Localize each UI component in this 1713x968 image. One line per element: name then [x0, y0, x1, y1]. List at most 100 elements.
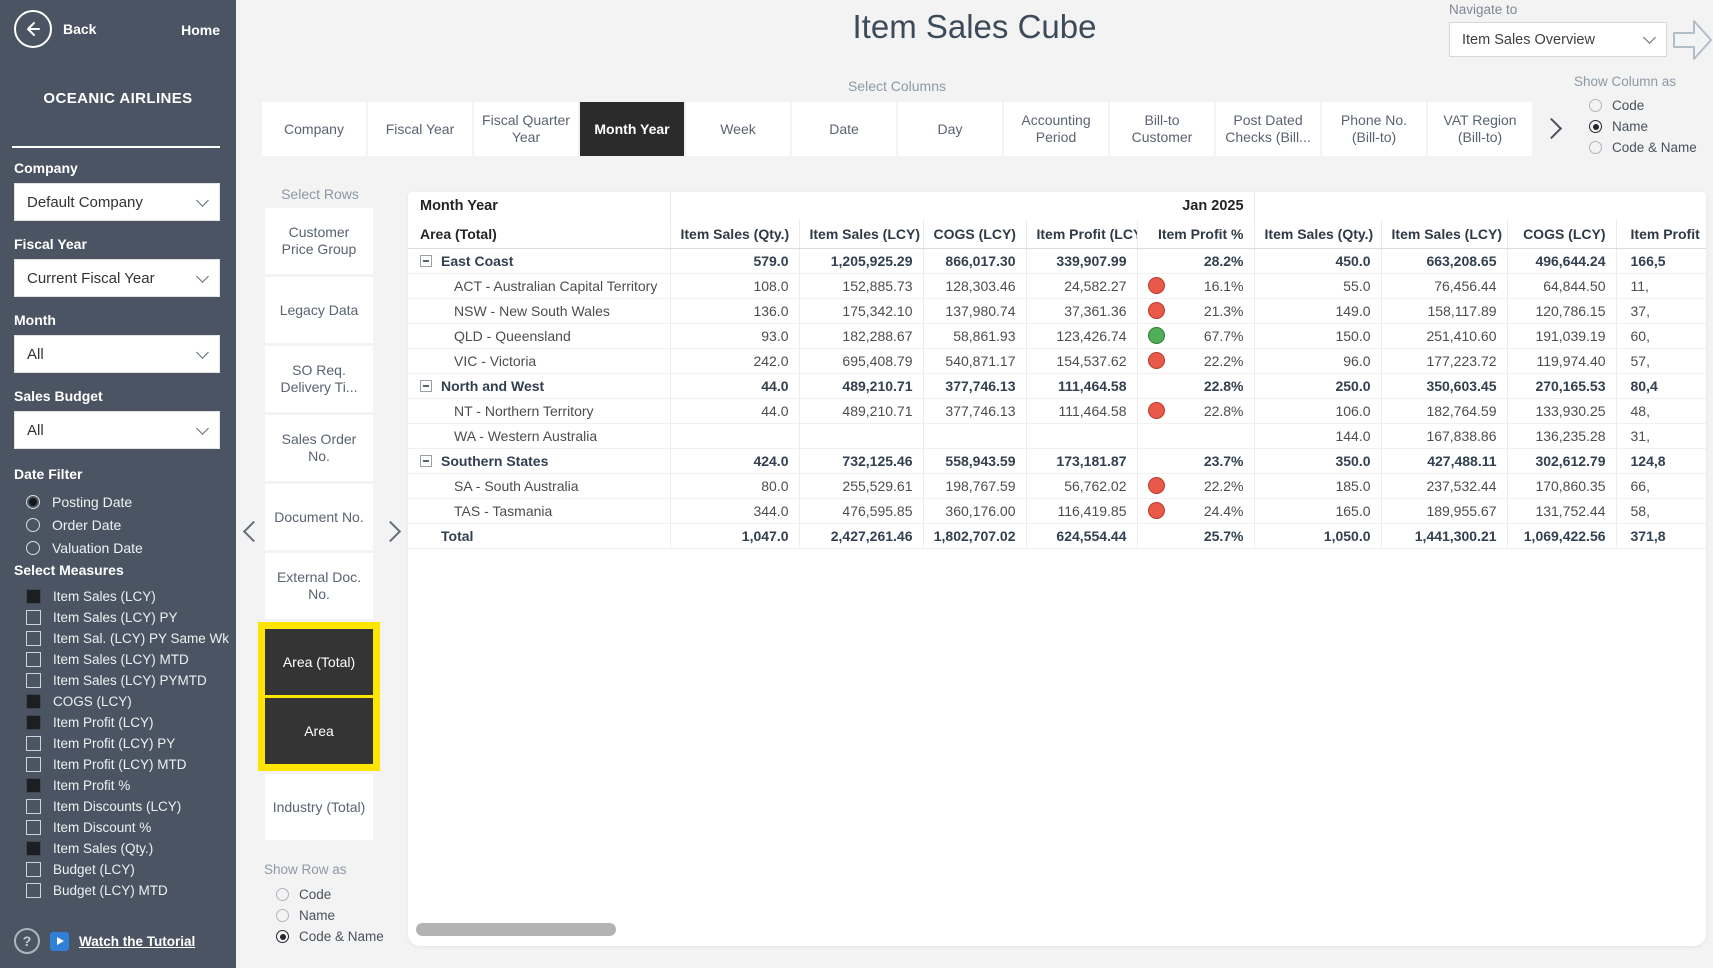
row-button-area-total[interactable]: Area (Total): [265, 629, 373, 695]
select-rows-label: Select Rows: [262, 186, 378, 202]
radio-order-date[interactable]: Order Date: [14, 513, 226, 536]
radio-icon: [1589, 141, 1602, 154]
column-header-item-sales-lcy-2: Item Sales (LCY): [1381, 220, 1507, 248]
sales-budget-filter: Sales Budget All: [14, 388, 220, 449]
column-tab-week[interactable]: Week: [686, 102, 790, 156]
measure-item-item-discounts-lcy[interactable]: Item Discounts (LCY): [14, 796, 236, 817]
measure-item-budget-lcy-mtd[interactable]: Budget (LCY) MTD: [14, 880, 236, 901]
row-button-sales-order-no[interactable]: Sales Order No.: [265, 415, 373, 481]
column-tab-fiscal-quarter-year[interactable]: Fiscal Quarter Year: [474, 102, 578, 156]
month-select[interactable]: All: [14, 335, 220, 373]
value-cell: 182,764.59: [1381, 398, 1507, 423]
value-cell: 177,223.72: [1381, 348, 1507, 373]
row-button-so-req-delivery-ti[interactable]: SO Req. Delivery Ti...: [265, 346, 373, 412]
measure-item-item-profit-lcy-mtd[interactable]: Item Profit (LCY) MTD: [14, 754, 236, 775]
rows-next-icon[interactable]: [380, 521, 401, 542]
measure-item-budget-lcy[interactable]: Budget (LCY): [14, 859, 236, 880]
column-tab-company[interactable]: Company: [262, 102, 366, 156]
radio-valuation-date[interactable]: Valuation Date: [14, 536, 226, 559]
value-cell: 339,907.99: [1026, 248, 1137, 273]
row-name-cell: SA - South Australia: [408, 473, 670, 498]
measure-item-item-profit-lcy-py[interactable]: Item Profit (LCY) PY: [14, 733, 236, 754]
column-tab-month-year[interactable]: Month Year: [580, 102, 684, 156]
value-cell: 158,117.89: [1381, 298, 1507, 323]
measure-item-cogs-lcy[interactable]: COGS (LCY): [14, 691, 236, 712]
column-tab-accounting-period[interactable]: Accounting Period: [1004, 102, 1108, 156]
back-button[interactable]: Back: [14, 10, 96, 48]
value-cell: 1,047.0: [670, 523, 799, 548]
kpi-circle-red: [1148, 277, 1165, 294]
value-cell: 1,069,422.56: [1507, 523, 1616, 548]
row-button-document-no[interactable]: Document No.: [265, 484, 373, 550]
column-tab-vat-region-bill-to[interactable]: VAT Region (Bill-to): [1428, 102, 1532, 156]
measure-item-item-sales-lcy-pymtd[interactable]: Item Sales (LCY) PYMTD: [14, 670, 236, 691]
navigate-arrow-icon[interactable]: [1672, 16, 1713, 69]
radio-code[interactable]: Code: [276, 884, 384, 905]
radio-code-name[interactable]: Code & Name: [1589, 137, 1697, 158]
value-cell: 66,: [1616, 473, 1706, 498]
column-tab-day[interactable]: Day: [898, 102, 1002, 156]
row-button-customer-price-group[interactable]: Customer Price Group: [265, 208, 373, 274]
table-row-sa-south-australia: SA - South Australia80.0255,529.61198,76…: [408, 473, 1706, 498]
value-cell: 56,762.02: [1026, 473, 1137, 498]
measure-item-item-profit[interactable]: Item Profit %: [14, 775, 236, 796]
rows-prev-icon[interactable]: [243, 521, 264, 542]
row-label: East Coast: [441, 253, 513, 269]
help-icon[interactable]: ?: [14, 928, 40, 954]
column-header-item-profit-lcy: Item Profit (LCY): [1026, 220, 1137, 248]
measure-item-item-sal-lcy-py-same-wk[interactable]: Item Sal. (LCY) PY Same Wk: [14, 628, 236, 649]
navigate-select[interactable]: Item Sales Overview: [1449, 22, 1667, 57]
column-tab-date[interactable]: Date: [792, 102, 896, 156]
value-cell: 1,441,300.21: [1381, 523, 1507, 548]
row-button-legacy-data[interactable]: Legacy Data: [265, 277, 373, 343]
row-button-industry-total[interactable]: Industry (Total): [265, 774, 373, 840]
value-cell: 154,537.62: [1026, 348, 1137, 373]
radio-code-name[interactable]: Code & Name: [276, 926, 384, 947]
measure-item-item-sales-lcy-mtd[interactable]: Item Sales (LCY) MTD: [14, 649, 236, 670]
radio-label: Code & Name: [299, 929, 384, 944]
measure-item-item-sales-lcy-py[interactable]: Item Sales (LCY) PY: [14, 607, 236, 628]
value-cell: 302,612.79: [1507, 448, 1616, 473]
play-icon[interactable]: [50, 932, 69, 951]
column-header-item-profit-2: Item Profit: [1616, 220, 1706, 248]
value-cell: 1,205,925.29: [799, 248, 923, 273]
value-cell: 150.0: [1254, 323, 1381, 348]
date-filter-group: Posting Date Order Date Valuation Date: [14, 490, 226, 559]
table-row-qld-queensland: QLD - Queensland93.0182,288.6758,861.931…: [408, 323, 1706, 348]
row-button-external-doc-no[interactable]: External Doc. No.: [265, 553, 373, 619]
radio-name[interactable]: Name: [1589, 116, 1697, 137]
column-tab-bill-to-customer[interactable]: Bill-to Customer: [1110, 102, 1214, 156]
column-tab-post-dated-checks-bill[interactable]: Post Dated Checks (Bill...: [1216, 102, 1320, 156]
horizontal-scrollbar[interactable]: [416, 923, 616, 936]
kpi-circle-red: [1148, 402, 1165, 419]
radio-label: Order Date: [52, 517, 121, 533]
kpi-circle-red: [1148, 502, 1165, 519]
fiscal-year-select[interactable]: Current Fiscal Year: [14, 259, 220, 297]
row-name-cell: North and West: [408, 373, 670, 398]
column-tab-phone-no-bill-to[interactable]: Phone No. (Bill-to): [1322, 102, 1426, 156]
radio-name[interactable]: Name: [276, 905, 384, 926]
column-tab-fiscal-year[interactable]: Fiscal Year: [368, 102, 472, 156]
tab-strip-next-icon[interactable]: [1541, 118, 1562, 139]
profit-pct-cell: 22.8%: [1137, 373, 1254, 398]
sales-budget-select[interactable]: All: [14, 411, 220, 449]
measure-item-item-discount[interactable]: Item Discount %: [14, 817, 236, 838]
fiscal-year-value: Current Fiscal Year: [27, 270, 155, 287]
radio-code[interactable]: Code: [1589, 95, 1697, 116]
collapse-icon[interactable]: [420, 380, 432, 392]
company-select[interactable]: Default Company: [14, 183, 220, 221]
row-label: WA - Western Australia: [454, 428, 597, 444]
measure-item-item-sales-lcy[interactable]: Item Sales (LCY): [14, 586, 236, 607]
collapse-icon[interactable]: [420, 455, 432, 467]
home-button[interactable]: Home: [181, 22, 220, 38]
value-cell: 350,603.45: [1381, 373, 1507, 398]
value-cell: 175,342.10: [799, 298, 923, 323]
radio-posting-date[interactable]: Posting Date: [14, 490, 226, 513]
value-cell: 37,: [1616, 298, 1706, 323]
collapse-icon[interactable]: [420, 255, 432, 267]
row-button-area[interactable]: Area: [265, 698, 373, 764]
measure-label: Budget (LCY): [53, 862, 135, 877]
measure-item-item-sales-qty[interactable]: Item Sales (Qty.): [14, 838, 236, 859]
watch-tutorial-link[interactable]: Watch the Tutorial: [79, 934, 195, 949]
measure-item-item-profit-lcy[interactable]: Item Profit (LCY): [14, 712, 236, 733]
